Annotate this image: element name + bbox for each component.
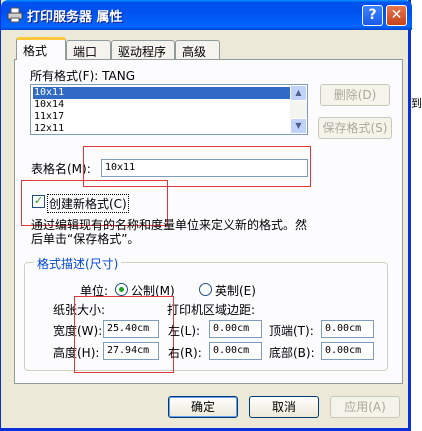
left-margin-label: 左(L): — [168, 324, 201, 338]
list-item[interactable]: 12x11 — [33, 123, 291, 134]
background-window-text: 到 — [411, 97, 422, 110]
top-margin-input[interactable]: 0.00cm — [321, 320, 374, 338]
left-margin-input[interactable]: 0.00cm — [209, 320, 262, 338]
form-description-group-title: 格式描述(尺寸) — [34, 255, 122, 272]
tab-advanced[interactable]: 高级 — [175, 40, 220, 59]
delete-button[interactable]: 删除(D) — [320, 84, 390, 106]
list-item[interactable]: 10x14 — [33, 99, 291, 111]
right-margin-input[interactable]: 0.00cm — [209, 342, 262, 360]
right-margin-label: 右(R): — [168, 346, 202, 360]
list-item[interactable]: 11x17 — [33, 111, 291, 123]
tab-forms[interactable]: 格式 — [16, 37, 66, 60]
description-text-line2: 后单击“保存格式”。 — [31, 232, 140, 246]
printer-area-margins-label: 打印机区域边距: — [167, 303, 256, 317]
printer-icon — [7, 7, 23, 23]
window-title: 打印服务器 属性 — [27, 10, 123, 25]
top-margin-label: 顶端(T): — [269, 324, 314, 338]
save-form-button[interactable]: 保存格式(S) — [318, 117, 392, 139]
bottom-margin-label: 底部(B): — [269, 346, 315, 360]
english-label[interactable]: 英制(E) — [215, 282, 256, 299]
bottom-margin-input[interactable]: 0.00cm — [321, 342, 374, 360]
form-name-label: 表格名(M): — [31, 162, 91, 176]
tab-drivers[interactable]: 驱动程序 — [111, 40, 175, 59]
apply-button[interactable]: 应用(A) — [330, 396, 400, 418]
red-highlight-box — [74, 296, 174, 373]
close-button[interactable]: ✕ — [386, 5, 407, 26]
english-radio[interactable] — [199, 283, 212, 296]
ok-button[interactable]: 确定 — [168, 396, 238, 418]
tab-ports[interactable]: 端口 — [66, 40, 111, 59]
cancel-button[interactable]: 取消 — [249, 396, 319, 418]
scroll-up-arrow-icon[interactable]: ▲ — [290, 85, 307, 101]
scroll-down-arrow-icon[interactable]: ▼ — [290, 118, 307, 134]
title-bar[interactable]: 打印服务器 属性 ? ✕ — [1, 0, 412, 30]
forms-list-scrollbar[interactable]: ▲ ▼ — [290, 85, 307, 134]
metric-radio[interactable] — [115, 283, 128, 296]
help-button[interactable]: ? — [362, 5, 383, 26]
forms-listbox[interactable]: 10x11 10x14 11x17 12x11 — [30, 84, 308, 135]
all-forms-label: 所有格式(F): TANG — [30, 69, 136, 83]
list-item[interactable]: 10x11 — [33, 87, 291, 99]
